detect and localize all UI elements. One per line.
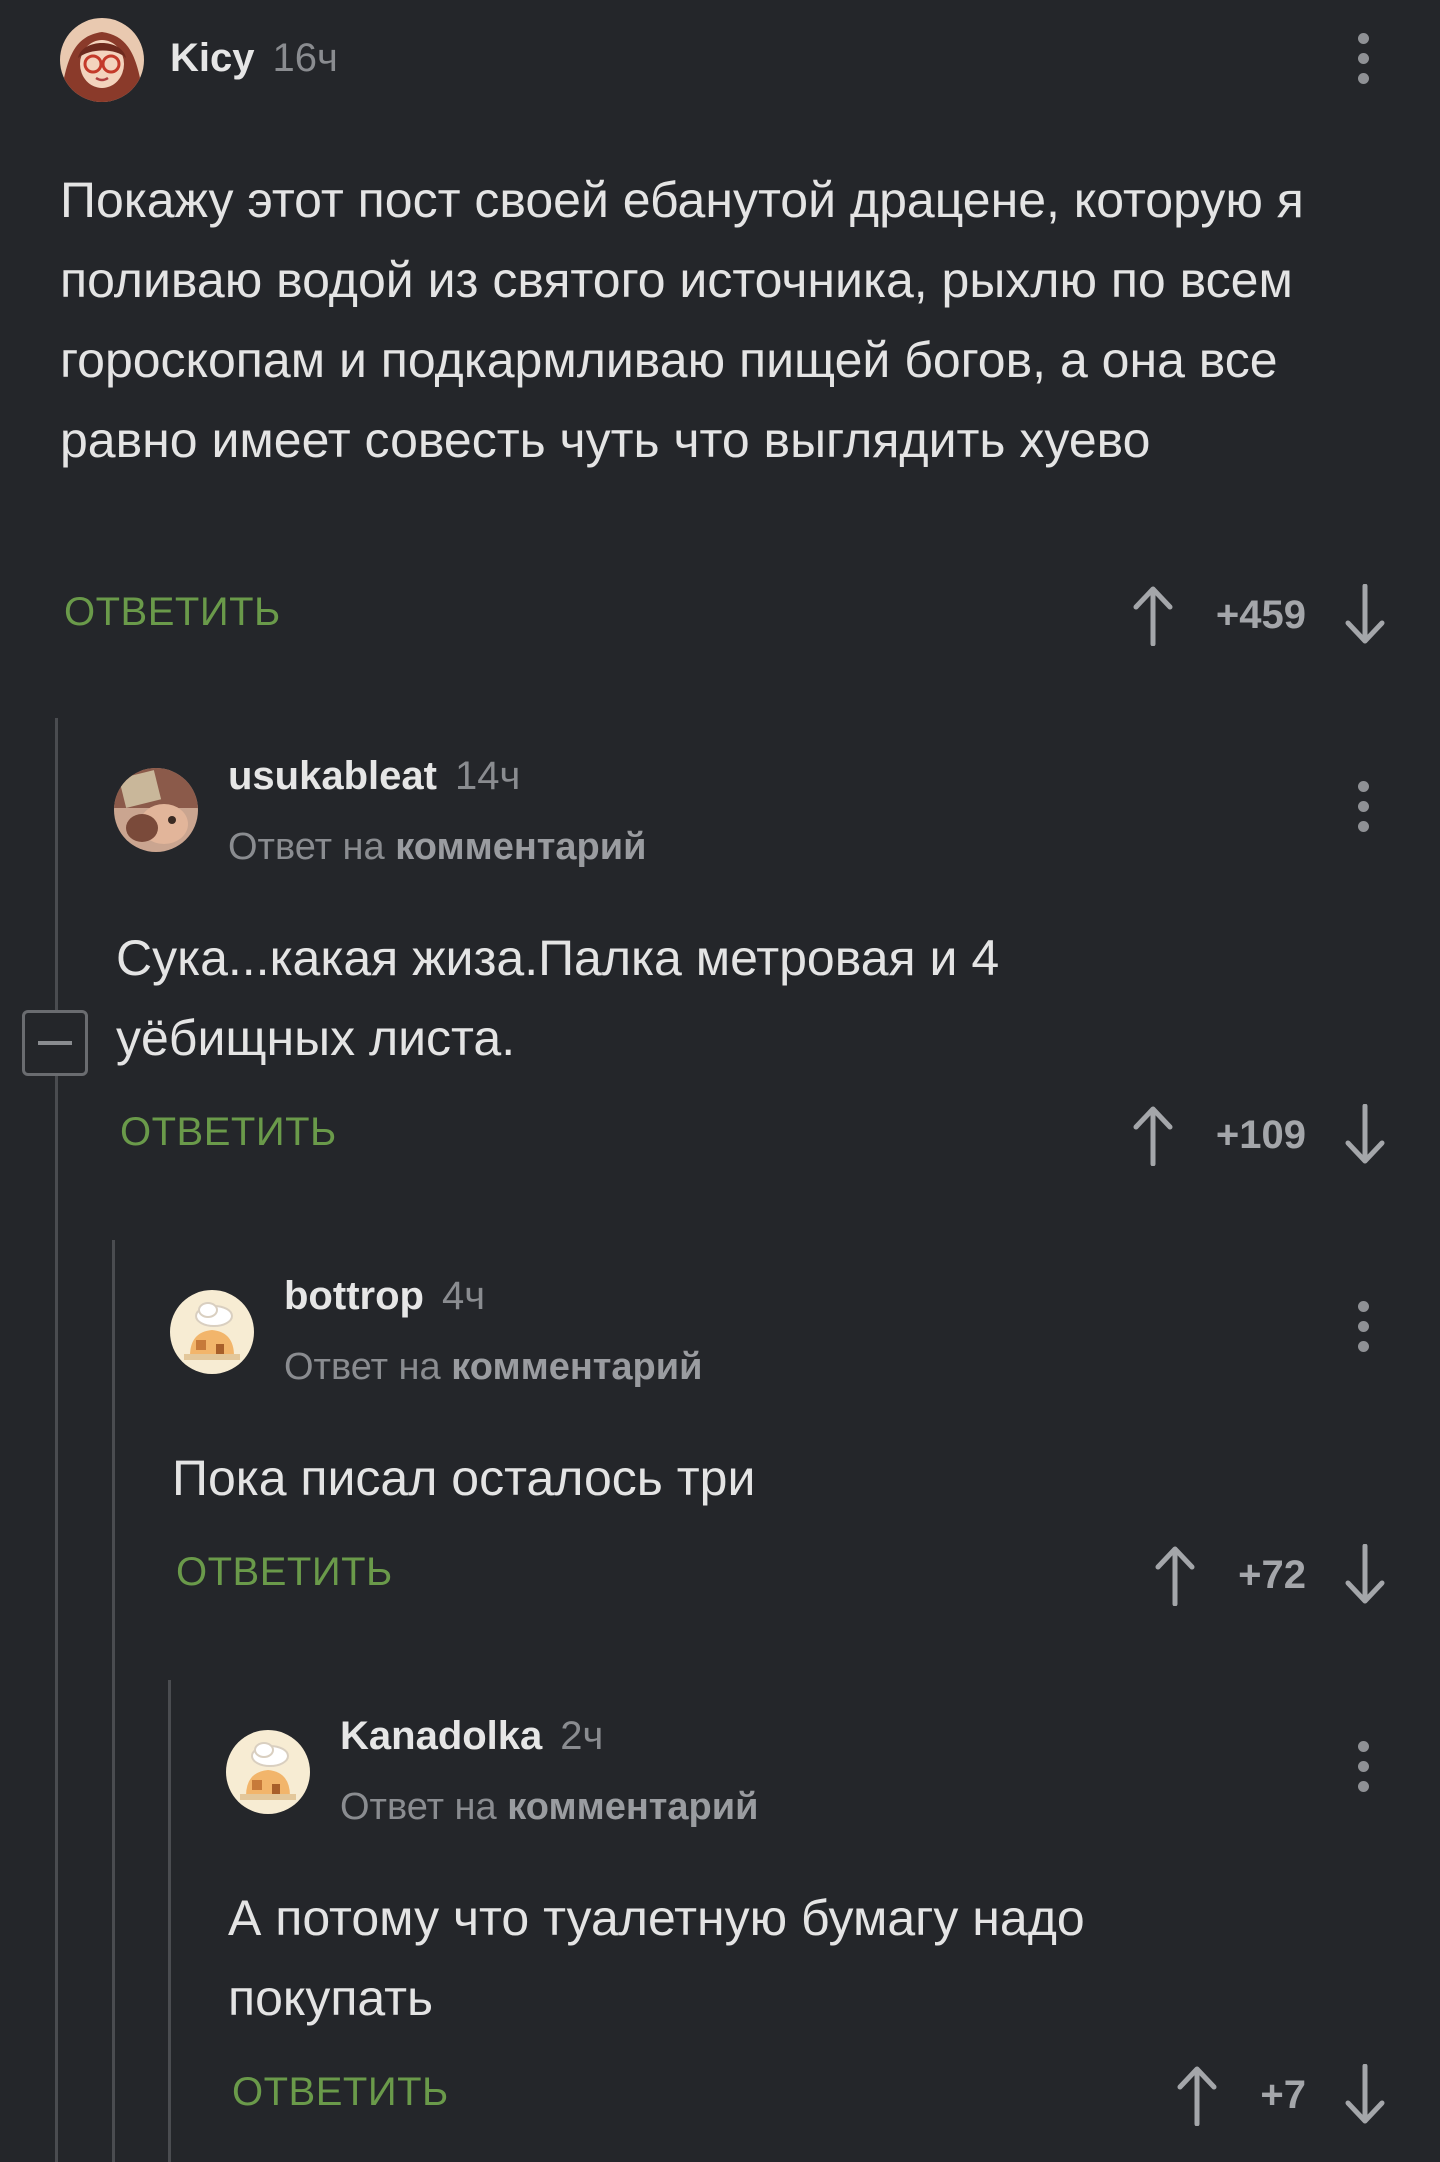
more-vertical-icon-dot <box>1357 1320 1369 1332</box>
reply-to-line: Ответ на комментарий <box>284 1346 702 1389</box>
more-vertical-icon-dot <box>1357 1780 1369 1792</box>
more-vertical-icon-dot <box>1357 1300 1369 1312</box>
arrow-down-icon[interactable] <box>1342 1544 1388 1606</box>
author-name[interactable]: usukableat <box>228 754 437 798</box>
minus-icon <box>38 1041 72 1045</box>
comment-time: 4ч <box>441 1274 486 1318</box>
more-vertical-icon-dot <box>1357 32 1369 44</box>
more-options-button[interactable] <box>1350 1726 1376 1806</box>
more-options-button[interactable] <box>1350 766 1376 846</box>
author-name[interactable]: Kicy <box>170 36 255 80</box>
more-options-button[interactable] <box>1350 1286 1376 1366</box>
more-vertical-icon-dot <box>1357 800 1369 812</box>
reply-to-link[interactable]: комментарий <box>395 826 646 868</box>
arrow-down-icon[interactable] <box>1342 2064 1388 2126</box>
more-vertical-icon-dot <box>1357 1760 1369 1772</box>
arrow-up-icon[interactable] <box>1152 1544 1198 1606</box>
arrow-down-icon[interactable] <box>1342 584 1388 646</box>
comment-author[interactable]: bottrop 4ч <box>284 1274 485 1319</box>
reply-to-prefix: Ответ на <box>284 1346 441 1388</box>
avatar[interactable] <box>226 1730 310 1814</box>
more-vertical-icon-dot <box>1357 820 1369 832</box>
reply-button[interactable]: ОТВЕТИТЬ <box>120 1110 337 1155</box>
comment-author[interactable]: usukableat 14ч <box>228 754 520 799</box>
arrow-up-icon[interactable] <box>1174 2064 1220 2126</box>
reply-to-prefix: Ответ на <box>340 1786 497 1828</box>
more-vertical-icon-dot <box>1357 52 1369 64</box>
more-vertical-icon-dot <box>1357 780 1369 792</box>
comment-text: А потому что туалетную бумагу надо покуп… <box>228 1890 1085 2026</box>
reply-to-line: Ответ на комментарий <box>228 826 646 869</box>
more-options-button[interactable] <box>1350 18 1376 98</box>
comment-time: 2ч <box>560 1714 604 1758</box>
comment-author[interactable]: Kicy 16ч <box>170 36 338 81</box>
more-vertical-icon-dot <box>1357 1340 1369 1352</box>
reply-button[interactable]: ОТВЕТИТЬ <box>176 1550 393 1595</box>
comment-text: Сука...какая жиза.Палка метровая и 4 уёб… <box>116 930 1000 1066</box>
thread-line-level-2 <box>112 1240 115 2162</box>
reply-to-link[interactable]: комментарий <box>507 1786 758 1828</box>
avatar[interactable] <box>60 18 144 102</box>
vote-controls: +7 <box>1174 2060 1388 2130</box>
reply-to-link[interactable]: комментарий <box>451 1346 702 1388</box>
author-name[interactable]: Kanadolka <box>340 1714 542 1758</box>
comment-text: Пока писал осталось три <box>172 1450 756 1506</box>
vote-score: +459 <box>1215 592 1306 637</box>
thread-line-level-3 <box>168 1680 171 2162</box>
comment-author[interactable]: Kanadolka 2ч <box>340 1714 603 1759</box>
thread-line-level-1 <box>55 718 58 2162</box>
reply-to-prefix: Ответ на <box>228 826 385 868</box>
comment-text: Покажу этот пост своей ебанутой драцене,… <box>60 172 1304 468</box>
vote-controls: +109 <box>1130 1100 1388 1170</box>
vote-score: +7 <box>1260 2072 1306 2117</box>
reply-button[interactable]: ОТВЕТИТЬ <box>64 590 281 635</box>
vote-controls: +72 <box>1152 1540 1388 1610</box>
reply-to-line: Ответ на комментарий <box>340 1786 758 1829</box>
author-name[interactable]: bottrop <box>284 1274 424 1318</box>
vote-score: +109 <box>1215 1112 1306 1157</box>
collapse-thread-button[interactable] <box>22 1010 88 1076</box>
avatar[interactable] <box>170 1290 254 1374</box>
reply-button[interactable]: ОТВЕТИТЬ <box>232 2070 449 2115</box>
avatar[interactable] <box>114 768 198 852</box>
arrow-up-icon[interactable] <box>1130 584 1176 646</box>
vote-controls: +459 <box>1130 580 1388 650</box>
comment-time: 14ч <box>454 754 521 798</box>
arrow-down-icon[interactable] <box>1342 1104 1388 1166</box>
comment-time: 16ч <box>272 36 338 80</box>
more-vertical-icon-dot <box>1357 1740 1369 1752</box>
more-vertical-icon-dot <box>1357 72 1369 84</box>
arrow-up-icon[interactable] <box>1130 1104 1176 1166</box>
vote-score: +72 <box>1238 1552 1306 1597</box>
